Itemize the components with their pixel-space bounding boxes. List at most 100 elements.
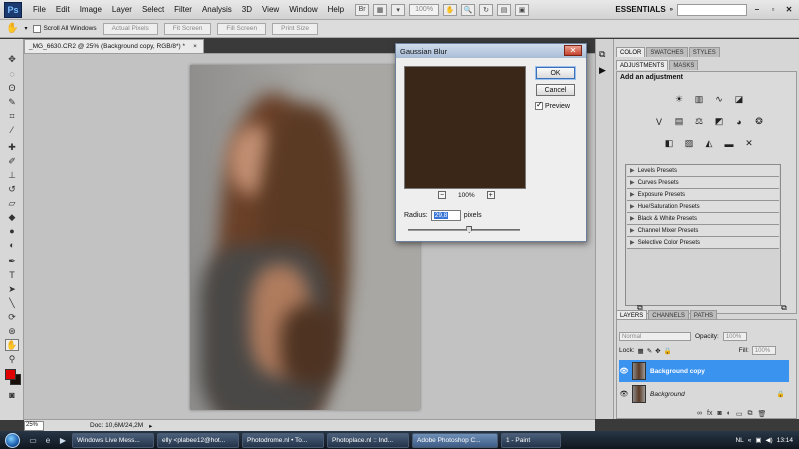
ok-button[interactable]: OK (536, 67, 575, 79)
quick-selection-tool-icon[interactable]: ✎ (5, 96, 19, 108)
hand-tool-icon[interactable]: ✋ (6, 23, 18, 34)
tab-styles[interactable]: STYLES (688, 47, 720, 57)
blend-mode-select[interactable]: Normal (619, 332, 691, 341)
menu-edit[interactable]: Edit (51, 5, 75, 14)
menu-analysis[interactable]: Analysis (197, 5, 237, 14)
menu-layer[interactable]: Layer (107, 5, 137, 14)
network-icon[interactable]: ▣ (755, 436, 761, 444)
marquee-tool-icon[interactable]: ◌ (5, 68, 19, 80)
media-player-icon[interactable]: ▶ (57, 434, 69, 446)
zoom-level-menu[interactable]: 100% (409, 3, 440, 16)
list-item[interactable]: ▶ Exposure Presets (627, 189, 779, 201)
arrange-documents-icon[interactable]: ▤ (497, 3, 512, 16)
fill-field[interactable]: 100% (751, 346, 776, 355)
gradient-map-icon[interactable]: ▬ (723, 138, 735, 149)
status-menu-arrow-icon[interactable]: ▸ (149, 422, 152, 430)
menu-select[interactable]: Select (137, 5, 169, 14)
zoom-in-button[interactable]: + (486, 191, 495, 199)
doc-size-info[interactable]: Doc: 10,6M/24,2M (90, 422, 143, 429)
3d-rotate-tool-icon[interactable]: ⟳ (5, 311, 19, 323)
actions-panel-icon[interactable]: ▶ (599, 65, 606, 76)
rotate-view-icon[interactable]: ↻ (479, 3, 494, 16)
trash-icon[interactable]: 🗑 (758, 410, 767, 418)
task-windows-live[interactable]: Windows Live Mess... (72, 432, 154, 448)
layer-row-background[interactable]: 👁 Background 🔒 (619, 383, 789, 405)
new-layer-icon[interactable]: ⧉ (748, 410, 753, 418)
paint-bucket-tool-icon[interactable]: ◆ (5, 211, 19, 223)
panel-expand-icon[interactable]: ⧉ (781, 303, 787, 313)
radius-input[interactable]: 29,8 (430, 210, 461, 221)
channel-mixer-icon[interactable]: ❂ (753, 116, 765, 127)
print-size-button[interactable]: Print Size (272, 22, 318, 35)
vibrance-icon[interactable]: V (653, 116, 665, 127)
crop-tool-icon[interactable]: ⌗ (5, 110, 19, 122)
document-tab[interactable]: _MG_6630.CR2 @ 25% (Background copy, RGB… (24, 39, 204, 53)
show-desktop-icon[interactable]: ▭ (27, 434, 39, 446)
task-photoplace[interactable]: Photoplace.nl :: Ind... (327, 432, 409, 448)
start-button[interactable] (0, 431, 24, 449)
tab-swatches[interactable]: SWATCHES (646, 47, 688, 57)
cancel-button[interactable]: Cancel (536, 84, 575, 96)
clone-stamp-tool-icon[interactable]: ⊥ (5, 169, 19, 181)
quick-mask-icon[interactable]: ◙ (5, 389, 19, 401)
menu-help[interactable]: Help (323, 5, 349, 14)
blur-tool-icon[interactable]: ● (5, 225, 19, 237)
list-item[interactable]: ▶ Curves Presets (627, 177, 779, 189)
zoom-icon[interactable]: 🔍 (461, 3, 476, 16)
path-selection-tool-icon[interactable]: ➤ (5, 283, 19, 295)
list-item[interactable]: ▶ Selective Color Presets (627, 237, 779, 249)
tab-masks[interactable]: MASKS (669, 60, 699, 70)
tab-color[interactable]: COLOR (616, 47, 646, 57)
zoom-field[interactable]: 25% (24, 420, 44, 431)
minibridge-icon[interactable]: ▦ (373, 3, 388, 16)
bridge-icon[interactable]: Br (355, 3, 370, 16)
menu-file[interactable]: File (28, 5, 51, 14)
healing-brush-tool-icon[interactable]: ✚ (5, 141, 19, 153)
language-indicator[interactable]: NL (735, 437, 743, 444)
lock-position-icon[interactable]: ✥ (655, 347, 660, 355)
fx-icon[interactable]: fx (707, 410, 712, 418)
brightness-contrast-icon[interactable]: ☀ (673, 94, 685, 105)
opacity-field[interactable]: 100% (722, 332, 747, 341)
zoom-out-button[interactable]: − (438, 191, 446, 199)
move-tool-icon[interactable]: ✥ (5, 53, 19, 65)
selective-color-icon[interactable]: ✕ (743, 138, 755, 149)
posterize-icon[interactable]: ▨ (683, 138, 695, 149)
menu-view[interactable]: View (257, 5, 284, 14)
volume-icon[interactable]: ◀) (766, 436, 773, 444)
type-tool-icon[interactable]: T (5, 269, 19, 281)
eraser-tool-icon[interactable]: ▱ (5, 197, 19, 209)
lock-pixels-icon[interactable]: ✎ (647, 347, 652, 355)
radius-slider[interactable] (408, 226, 520, 233)
restore-button[interactable]: ▫ (767, 4, 779, 16)
list-item[interactable]: ▶ Channel Mixer Presets (627, 225, 779, 237)
list-item[interactable]: ▶ Black & White Presets (627, 213, 779, 225)
add-mask-icon[interactable]: ◙ (717, 410, 721, 418)
menu-image[interactable]: Image (75, 5, 107, 14)
hand-tool-active-icon[interactable]: ✋ (5, 339, 19, 351)
fit-screen-button[interactable]: Fit Screen (163, 22, 212, 35)
pen-tool-icon[interactable]: ✒ (5, 255, 19, 267)
dialog-title-bar[interactable]: Gaussian Blur (396, 44, 586, 58)
workspace-switcher[interactable]: ESSENTIALS » – ▫ ✕ (615, 3, 795, 16)
exposure-icon[interactable]: ◪ (733, 94, 745, 105)
radius-slider-thumb[interactable] (466, 226, 473, 233)
menu-3d[interactable]: 3D (237, 5, 257, 14)
link-layers-icon[interactable]: ∞ (697, 410, 702, 418)
close-app-button[interactable]: ✕ (783, 4, 795, 16)
group-icon[interactable]: ▭ (736, 410, 743, 418)
task-photodrome[interactable]: Photodrome.nl • To... (242, 432, 324, 448)
minimize-button[interactable]: – (751, 4, 763, 16)
fill-screen-button[interactable]: Fill Screen (217, 22, 267, 35)
task-photoshop[interactable]: Adobe Photoshop C... (412, 432, 498, 448)
scroll-all-windows-checkbox[interactable] (33, 24, 42, 33)
brush-tool-icon[interactable]: ✐ (5, 155, 19, 167)
history-panel-icon[interactable]: ⧉ (599, 49, 605, 60)
lock-transparent-icon[interactable]: ▦ (638, 347, 644, 355)
eyedropper-tool-icon[interactable]: ⁄ (5, 124, 19, 136)
threshold-icon[interactable]: ◭ (703, 138, 715, 149)
preview-option[interactable]: Preview (535, 100, 570, 110)
dialog-close-button[interactable]: ✕ (564, 45, 582, 56)
shape-tool-icon[interactable]: ╲ (5, 297, 19, 309)
history-brush-tool-icon[interactable]: ↺ (5, 183, 19, 195)
